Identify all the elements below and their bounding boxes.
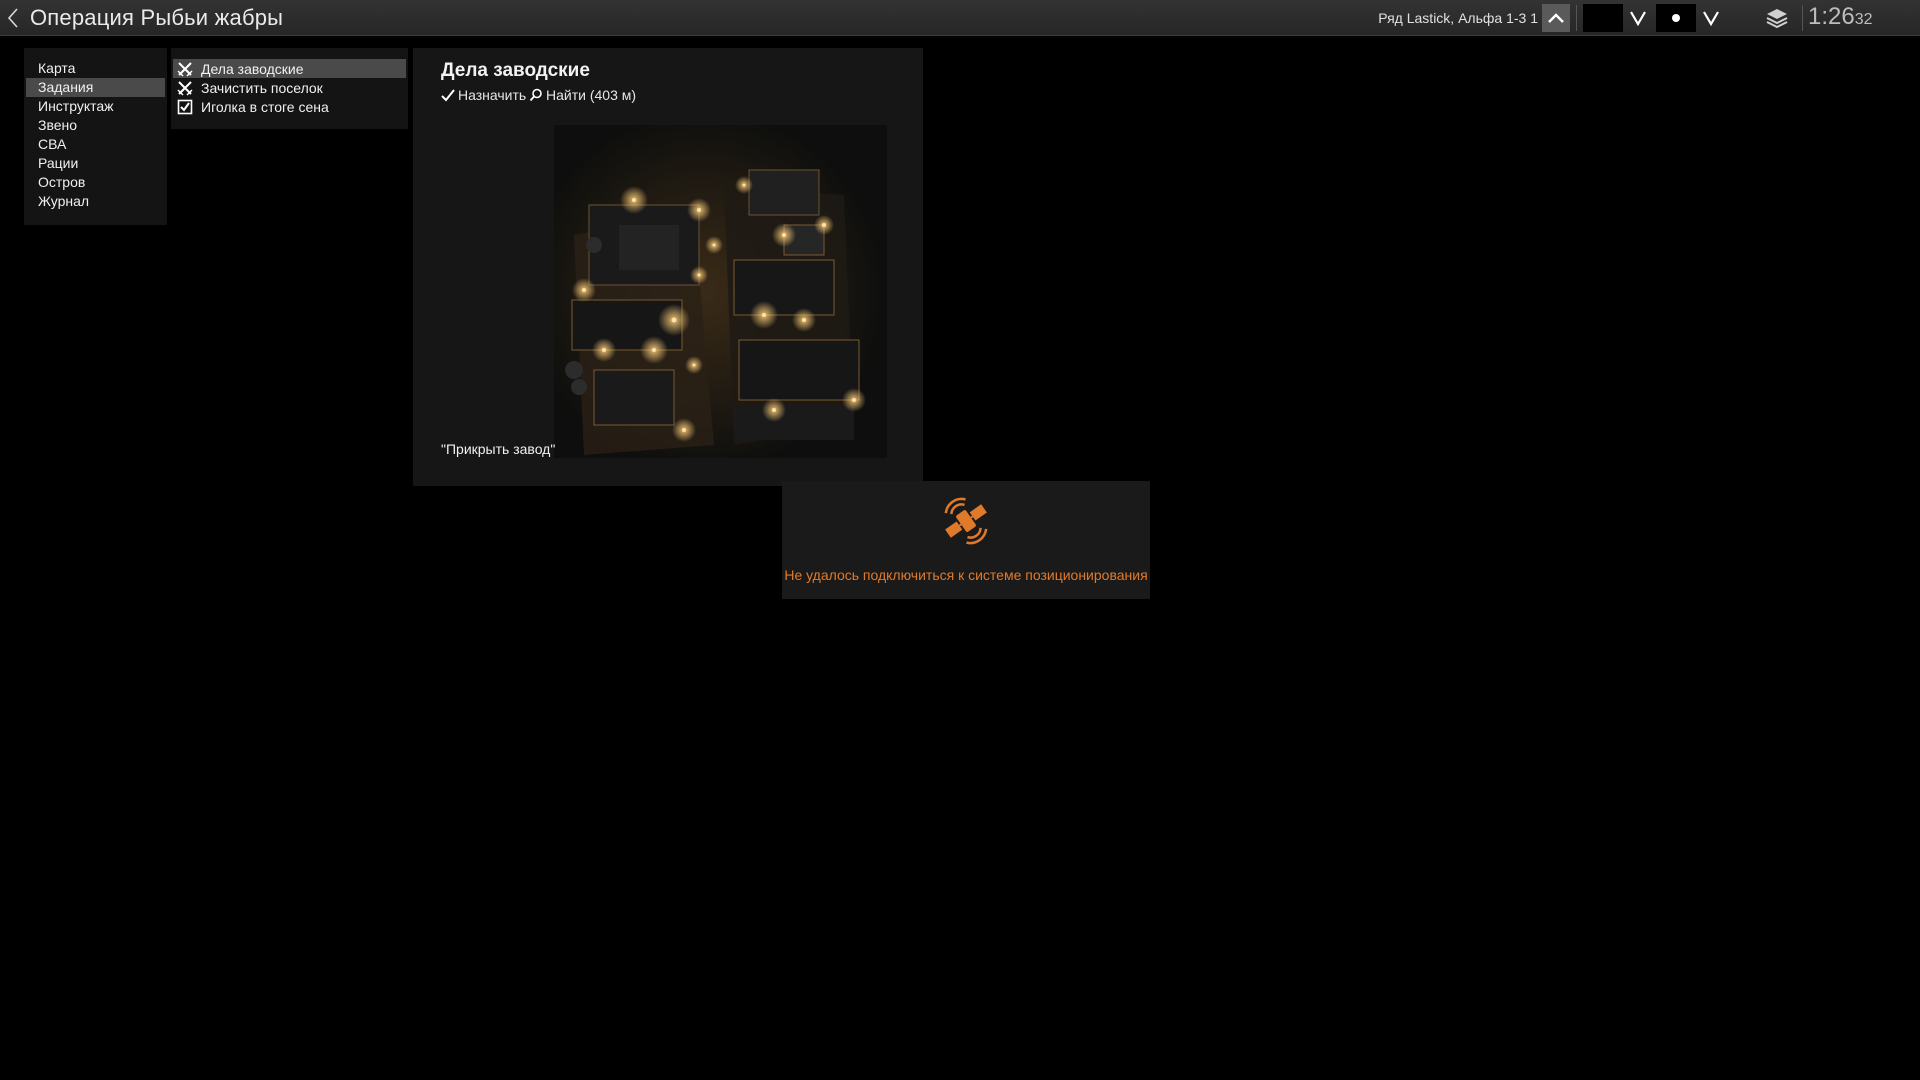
task-list: Дела заводские Зачистить поселок Иголка …	[171, 48, 408, 129]
clock-hours-minutes: 1:26	[1808, 3, 1855, 30]
operation-title: Операция Рыбьи жабры	[30, 5, 284, 30]
assign-button[interactable]: Назначить	[441, 86, 526, 104]
chevron-up-icon	[1548, 13, 1564, 23]
magnifier-icon	[529, 88, 542, 102]
task-item[interactable]: Зачистить поселок	[173, 78, 406, 97]
color-dropdown-button[interactable]	[1624, 4, 1652, 32]
satellite-icon	[944, 497, 988, 545]
menu-item-squad[interactable]: Звено	[26, 116, 165, 135]
screen: Операция Рыбьи жабры Ряд Lastick, Альфа …	[0, 0, 1920, 1080]
crossed-swords-icon	[177, 80, 193, 96]
task-item[interactable]: Дела заводские	[173, 59, 406, 78]
separator	[1802, 5, 1803, 31]
color-swatch[interactable]	[1583, 4, 1623, 32]
checked-box-icon	[177, 99, 193, 115]
chevron-down-icon	[1630, 11, 1646, 26]
back-button[interactable]	[4, 4, 22, 32]
task-label: Дела заводские	[201, 60, 304, 77]
find-label: Найти (403 м)	[546, 87, 637, 103]
clock: 1:2632	[1808, 2, 1873, 32]
task-detail-panel: Дела заводские Назначить Найти (403 м) "…	[413, 48, 923, 486]
find-button[interactable]: Найти (403 м)	[529, 86, 636, 104]
menu-item-radios[interactable]: Рации	[26, 154, 165, 173]
menu-item-tasks[interactable]: Задания	[26, 78, 165, 97]
expand-up-button[interactable]	[1542, 4, 1570, 32]
task-item[interactable]: Иголка в стоге сена	[173, 97, 406, 116]
menu-item-map[interactable]: Карта	[26, 59, 165, 78]
unit-label: Ряд Lastick, Альфа 1-3 1	[1378, 10, 1538, 26]
separator	[1576, 5, 1577, 31]
top-bar: Операция Рыбьи жабры Ряд Lastick, Альфа …	[0, 0, 1920, 36]
chevron-left-icon	[7, 8, 18, 28]
side-menu: Карта Задания Инструктаж Звено СВА Рации…	[24, 48, 167, 225]
crossed-swords-icon	[177, 61, 193, 77]
assign-label: Назначить	[458, 87, 527, 103]
gps-error-message: Не удалось подключиться к системе позици…	[784, 567, 1148, 583]
task-label: Зачистить поселок	[201, 79, 323, 96]
marker-swatch[interactable]	[1656, 4, 1696, 32]
task-quote: "Прикрыть завод"	[441, 441, 556, 457]
menu-item-island[interactable]: Остров	[26, 173, 165, 192]
chevron-down-icon	[1703, 11, 1719, 26]
task-preview-image	[554, 125, 887, 458]
clock-seconds: 32	[1854, 11, 1873, 28]
menu-item-uav[interactable]: СВА	[26, 135, 165, 154]
checkmark-icon	[441, 89, 455, 102]
menu-item-log[interactable]: Журнал	[26, 192, 165, 211]
gps-error-panel: Не удалось подключиться к системе позици…	[782, 481, 1150, 599]
layers-button[interactable]	[1762, 4, 1792, 32]
marker-dropdown-button[interactable]	[1697, 4, 1725, 32]
layers-icon	[1766, 9, 1788, 29]
dot-icon	[1672, 14, 1680, 22]
menu-item-briefing[interactable]: Инструктаж	[26, 97, 165, 116]
task-label: Иголка в стоге сена	[201, 98, 329, 115]
task-title: Дела заводские	[441, 60, 590, 81]
